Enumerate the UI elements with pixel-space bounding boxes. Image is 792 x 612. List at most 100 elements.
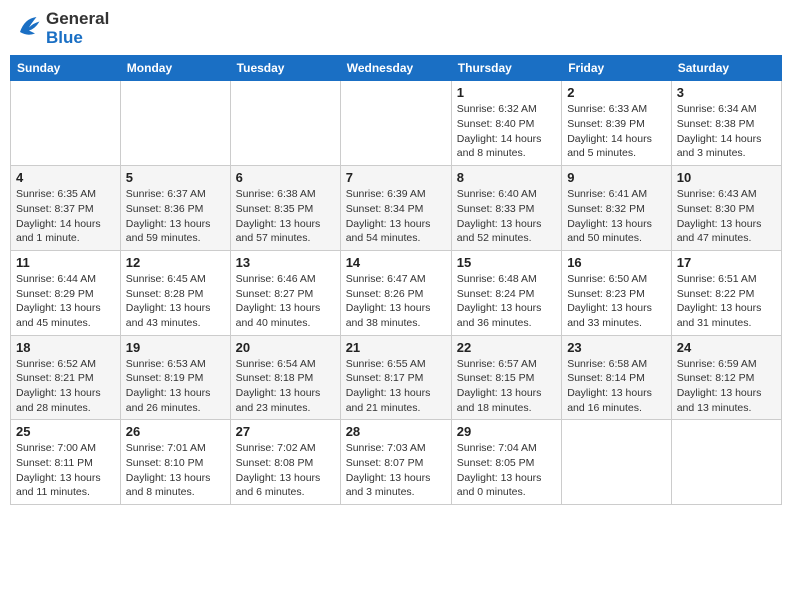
page-header: General Blue: [10, 10, 782, 47]
calendar-cell: 22 Sunrise: 6:57 AM Sunset: 8:15 PM Dayli…: [451, 335, 561, 420]
day-number: 28: [346, 424, 446, 439]
day-info: Sunrise: 7:00 AM Sunset: 8:11 PM Dayligh…: [16, 441, 115, 500]
calendar-cell: 12 Sunrise: 6:45 AM Sunset: 8:28 PM Dayli…: [120, 250, 230, 335]
calendar-cell: [120, 81, 230, 166]
day-info: Sunrise: 7:01 AM Sunset: 8:10 PM Dayligh…: [126, 441, 225, 500]
calendar-cell: 11 Sunrise: 6:44 AM Sunset: 8:29 PM Dayli…: [11, 250, 121, 335]
calendar-cell: 27 Sunrise: 7:02 AM Sunset: 8:08 PM Dayli…: [230, 420, 340, 505]
day-header-wednesday: Wednesday: [340, 56, 451, 81]
day-number: 7: [346, 170, 446, 185]
calendar-cell: 23Sunrise: 6:58 AM Sunset: 8:14 PM Dayli…: [562, 335, 672, 420]
day-header-sunday: Sunday: [11, 56, 121, 81]
day-number: 20: [236, 340, 335, 355]
day-number: 9: [567, 170, 666, 185]
calendar-cell: 18 Sunrise: 6:52 AM Sunset: 8:21 PM Dayli…: [11, 335, 121, 420]
day-number: 29: [457, 424, 556, 439]
day-info: Sunrise: 6:53 AM Sunset: 8:19 PM Dayligh…: [126, 357, 225, 416]
calendar-cell: 21 Sunrise: 6:55 AM Sunset: 8:17 PM Dayli…: [340, 335, 451, 420]
day-number: 15: [457, 255, 556, 270]
day-number: 16: [567, 255, 666, 270]
day-info: Sunrise: 7:02 AM Sunset: 8:08 PM Dayligh…: [236, 441, 335, 500]
calendar-cell: 25 Sunrise: 7:00 AM Sunset: 8:11 PM Dayli…: [11, 420, 121, 505]
day-info: Sunrise: 6:33 AM Sunset: 8:39 PM Dayligh…: [567, 102, 666, 161]
day-number: 27: [236, 424, 335, 439]
day-number: 26: [126, 424, 225, 439]
day-info: Sunrise: 6:37 AM Sunset: 8:36 PM Dayligh…: [126, 187, 225, 246]
day-header-friday: Friday: [562, 56, 672, 81]
day-info: Sunrise: 6:41 AM Sunset: 8:32 PM Dayligh…: [567, 187, 666, 246]
day-number: 22: [457, 340, 556, 355]
day-info: Sunrise: 7:03 AM Sunset: 8:07 PM Dayligh…: [346, 441, 446, 500]
day-info: Sunrise: 6:38 AM Sunset: 8:35 PM Dayligh…: [236, 187, 335, 246]
day-number: 11: [16, 255, 115, 270]
logo-icon: [14, 11, 44, 46]
day-info: Sunrise: 6:34 AM Sunset: 8:38 PM Dayligh…: [677, 102, 776, 161]
calendar-cell: 20 Sunrise: 6:54 AM Sunset: 8:18 PM Dayli…: [230, 335, 340, 420]
calendar-cell: 1Sunrise: 6:32 AM Sunset: 8:40 PM Daylig…: [451, 81, 561, 166]
day-info: Sunrise: 6:44 AM Sunset: 8:29 PM Dayligh…: [16, 272, 115, 331]
calendar-cell: 5Sunrise: 6:37 AM Sunset: 8:36 PM Daylig…: [120, 166, 230, 251]
calendar-week-row: 4 Sunrise: 6:35 AM Sunset: 8:37 PM Daylig…: [11, 166, 782, 251]
calendar-cell: 7 Sunrise: 6:39 AM Sunset: 8:34 PM Daylig…: [340, 166, 451, 251]
calendar-cell: [562, 420, 672, 505]
calendar-cell: 16 Sunrise: 6:50 AM Sunset: 8:23 PM Dayli…: [562, 250, 672, 335]
day-header-thursday: Thursday: [451, 56, 561, 81]
day-info: Sunrise: 6:59 AM Sunset: 8:12 PM Dayligh…: [677, 357, 776, 416]
day-number: 18: [16, 340, 115, 355]
day-number: 12: [126, 255, 225, 270]
day-info: Sunrise: 6:48 AM Sunset: 8:24 PM Dayligh…: [457, 272, 556, 331]
calendar-week-row: 25 Sunrise: 7:00 AM Sunset: 8:11 PM Dayli…: [11, 420, 782, 505]
day-info: Sunrise: 6:35 AM Sunset: 8:37 PM Dayligh…: [16, 187, 115, 246]
day-number: 25: [16, 424, 115, 439]
calendar-cell: 15 Sunrise: 6:48 AM Sunset: 8:24 PM Dayli…: [451, 250, 561, 335]
calendar-cell: 17 Sunrise: 6:51 AM Sunset: 8:22 PM Dayli…: [671, 250, 781, 335]
day-header-saturday: Saturday: [671, 56, 781, 81]
day-number: 8: [457, 170, 556, 185]
calendar-cell: 29 Sunrise: 7:04 AM Sunset: 8:05 PM Dayli…: [451, 420, 561, 505]
day-number: 6: [236, 170, 335, 185]
calendar-cell: 3 Sunrise: 6:34 AM Sunset: 8:38 PM Daylig…: [671, 81, 781, 166]
day-header-tuesday: Tuesday: [230, 56, 340, 81]
calendar-week-row: 11 Sunrise: 6:44 AM Sunset: 8:29 PM Dayli…: [11, 250, 782, 335]
calendar-cell: 9 Sunrise: 6:41 AM Sunset: 8:32 PM Daylig…: [562, 166, 672, 251]
calendar-cell: 8 Sunrise: 6:40 AM Sunset: 8:33 PM Daylig…: [451, 166, 561, 251]
day-info: Sunrise: 6:39 AM Sunset: 8:34 PM Dayligh…: [346, 187, 446, 246]
day-info: Sunrise: 6:40 AM Sunset: 8:33 PM Dayligh…: [457, 187, 556, 246]
day-number: 4: [16, 170, 115, 185]
day-info: Sunrise: 6:50 AM Sunset: 8:23 PM Dayligh…: [567, 272, 666, 331]
calendar-cell: 10Sunrise: 6:43 AM Sunset: 8:30 PM Dayli…: [671, 166, 781, 251]
day-number: 13: [236, 255, 335, 270]
day-number: 17: [677, 255, 776, 270]
day-number: 21: [346, 340, 446, 355]
day-number: 14: [346, 255, 446, 270]
day-number: 23: [567, 340, 666, 355]
day-info: Sunrise: 6:51 AM Sunset: 8:22 PM Dayligh…: [677, 272, 776, 331]
day-number: 2: [567, 85, 666, 100]
calendar-cell: 2 Sunrise: 6:33 AM Sunset: 8:39 PM Daylig…: [562, 81, 672, 166]
calendar-cell: [11, 81, 121, 166]
day-info: Sunrise: 7:04 AM Sunset: 8:05 PM Dayligh…: [457, 441, 556, 500]
day-number: 19: [126, 340, 225, 355]
day-number: 10: [677, 170, 776, 185]
day-number: 3: [677, 85, 776, 100]
calendar-body: 1Sunrise: 6:32 AM Sunset: 8:40 PM Daylig…: [11, 81, 782, 505]
day-info: Sunrise: 6:47 AM Sunset: 8:26 PM Dayligh…: [346, 272, 446, 331]
day-info: Sunrise: 6:45 AM Sunset: 8:28 PM Dayligh…: [126, 272, 225, 331]
day-info: Sunrise: 6:55 AM Sunset: 8:17 PM Dayligh…: [346, 357, 446, 416]
calendar-cell: 6 Sunrise: 6:38 AM Sunset: 8:35 PM Daylig…: [230, 166, 340, 251]
day-info: Sunrise: 6:54 AM Sunset: 8:18 PM Dayligh…: [236, 357, 335, 416]
day-header-monday: Monday: [120, 56, 230, 81]
calendar-week-row: 1Sunrise: 6:32 AM Sunset: 8:40 PM Daylig…: [11, 81, 782, 166]
calendar-header-row: SundayMondayTuesdayWednesdayThursdayFrid…: [11, 56, 782, 81]
calendar-cell: [230, 81, 340, 166]
day-number: 1: [457, 85, 556, 100]
logo: General Blue: [14, 10, 109, 47]
day-info: Sunrise: 6:52 AM Sunset: 8:21 PM Dayligh…: [16, 357, 115, 416]
calendar-cell: 4 Sunrise: 6:35 AM Sunset: 8:37 PM Daylig…: [11, 166, 121, 251]
calendar-week-row: 18 Sunrise: 6:52 AM Sunset: 8:21 PM Dayli…: [11, 335, 782, 420]
calendar-cell: 24Sunrise: 6:59 AM Sunset: 8:12 PM Dayli…: [671, 335, 781, 420]
day-info: Sunrise: 6:57 AM Sunset: 8:15 PM Dayligh…: [457, 357, 556, 416]
logo-text: General Blue: [46, 10, 109, 47]
calendar-cell: 26 Sunrise: 7:01 AM Sunset: 8:10 PM Dayli…: [120, 420, 230, 505]
calendar-cell: [340, 81, 451, 166]
